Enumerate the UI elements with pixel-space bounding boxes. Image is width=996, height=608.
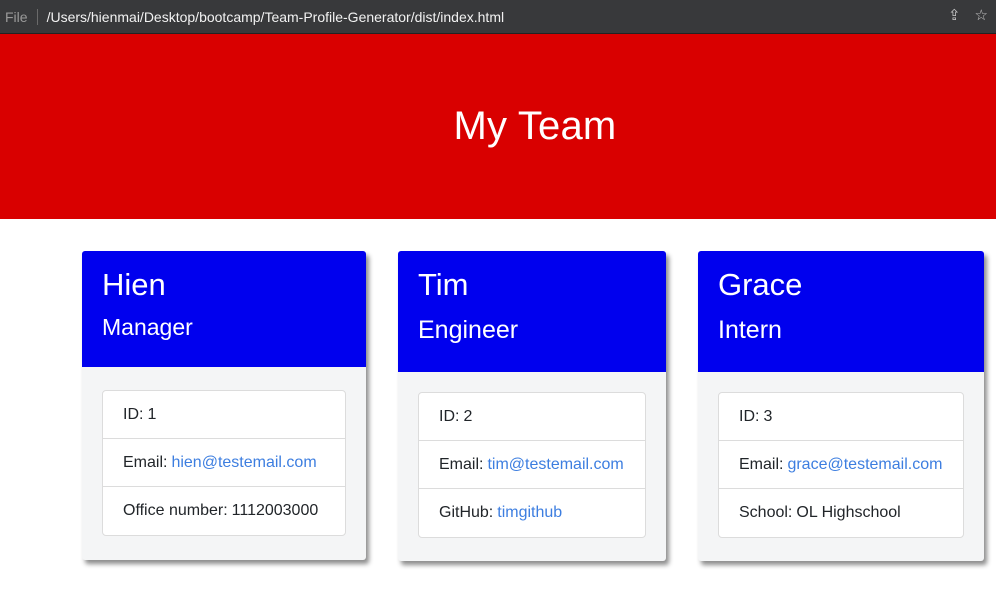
- detail-email: Email: grace@testemail.com: [719, 441, 963, 489]
- bookmark-star-icon[interactable]: ☆: [975, 7, 988, 25]
- email-link[interactable]: hien@testemail.com: [171, 454, 316, 472]
- email-link[interactable]: grace@testemail.com: [787, 456, 942, 474]
- card-header: Grace Intern: [698, 251, 984, 372]
- detail-id: ID: 3: [719, 393, 963, 441]
- employee-card-manager: Hien Manager ID: 1 Email: hien@testemail…: [82, 251, 366, 560]
- employee-role: Manager: [102, 314, 193, 340]
- employee-card-intern: Grace Intern ID: 3 Email: grace@testemai…: [698, 251, 984, 561]
- detail-office-number: Office number: 1112003000: [123, 502, 319, 519]
- email-link[interactable]: tim@testemail.com: [487, 456, 623, 474]
- employee-details: ID: 2 Email: tim@testemail.com GitHub: t…: [418, 392, 646, 538]
- employee-name: Grace: [718, 267, 803, 302]
- detail-github: GitHub: timgithub: [439, 504, 563, 522]
- detail-email: Email: hien@testemail.com: [103, 439, 345, 487]
- employee-card-engineer: Tim Engineer ID: 2 Email: tim@testemail.…: [398, 251, 666, 561]
- file-scheme-label: File: [5, 8, 28, 25]
- card-header: Hien Manager: [82, 251, 366, 367]
- employee-role: Intern: [718, 316, 782, 344]
- employee-role: Engineer: [418, 316, 519, 344]
- employee-name: Tim: [418, 267, 469, 302]
- page-header: My Team: [0, 34, 996, 219]
- detail-id: ID: 2: [419, 393, 645, 441]
- share-icon[interactable]: ⇪: [948, 7, 961, 25]
- browser-address-bar: File /Users/hienmai/Desktop/bootcamp/Tea…: [0, 0, 996, 34]
- github-link[interactable]: timgithub: [497, 504, 562, 522]
- employee-name: Hien: [102, 267, 166, 302]
- employee-details: ID: 3 Email: grace@testemail.com School:…: [718, 392, 964, 538]
- employee-details: ID: 1 Email: hien@testemail.com Office n…: [102, 390, 346, 536]
- detail-school: School: OL Highschool: [739, 504, 901, 521]
- url-text[interactable]: /Users/hienmai/Desktop/bootcamp/Team-Pro…: [47, 9, 505, 25]
- card-header: Tim Engineer: [398, 251, 666, 372]
- divider: [36, 8, 38, 25]
- detail-email: Email: tim@testemail.com: [419, 441, 645, 489]
- detail-id: ID: 1: [103, 391, 345, 439]
- page-title: My Team: [453, 104, 617, 148]
